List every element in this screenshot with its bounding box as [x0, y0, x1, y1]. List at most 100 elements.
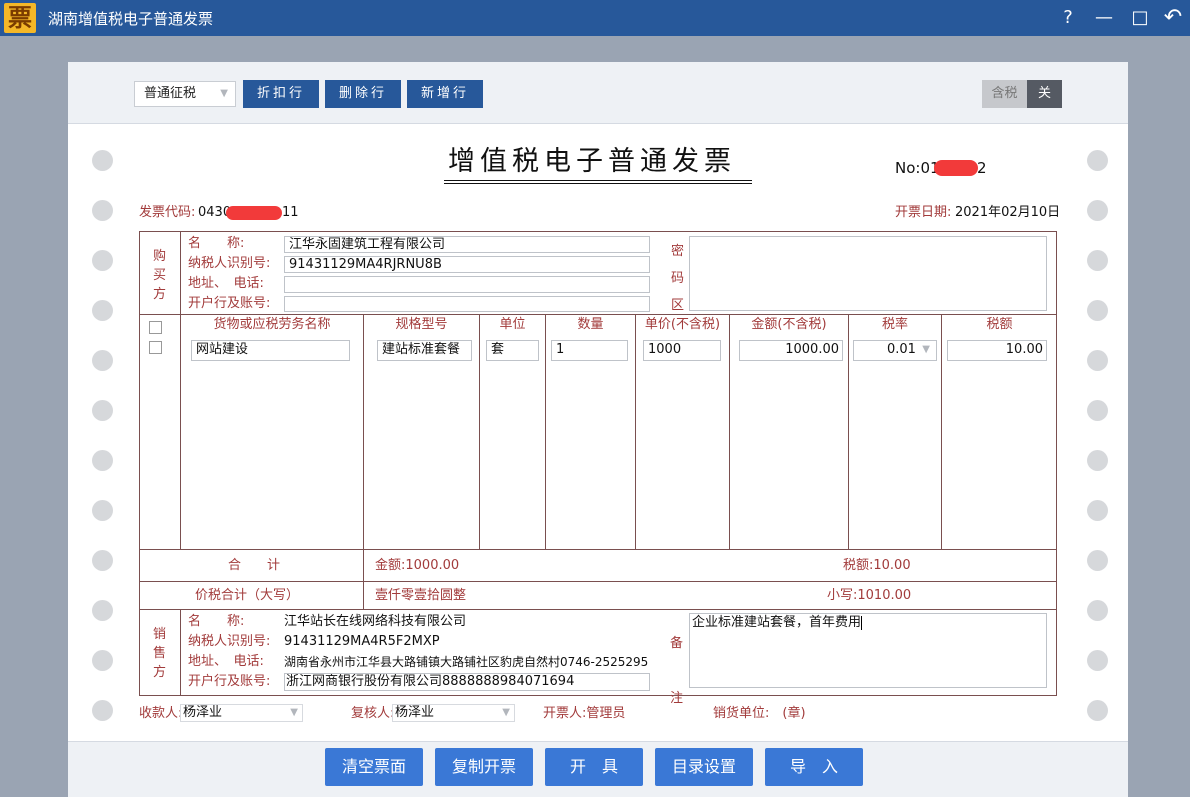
- chevron-down-icon: ▼: [220, 88, 228, 99]
- maximize-icon[interactable]: □: [1127, 4, 1153, 32]
- form-line: [139, 314, 1057, 315]
- select-all-checkbox[interactable]: [149, 321, 162, 334]
- form-line: [729, 315, 730, 549]
- col-header-tax: 税额: [986, 317, 1013, 332]
- seller-unit-label: 销货单位: (章): [713, 706, 806, 721]
- tax-included-label[interactable]: 含税: [982, 80, 1027, 108]
- sprocket-hole: [92, 300, 113, 321]
- import-button[interactable]: 导 入: [765, 748, 863, 786]
- sprocket-hole: [1087, 200, 1108, 221]
- chevron-down-icon: ▼: [922, 344, 930, 355]
- minimize-icon[interactable]: —: [1091, 4, 1117, 32]
- item-rate-select[interactable]: 0.01 ▼: [853, 340, 937, 361]
- col-header-spec: 规格型号: [395, 317, 448, 332]
- add-row-button[interactable]: 新增行: [407, 80, 483, 108]
- form-line: [180, 609, 181, 696]
- invoice-code-label: 发票代码:: [139, 205, 196, 220]
- grand-total-lower: 小写:1010.00: [827, 588, 912, 603]
- sprocket-hole: [92, 700, 113, 721]
- col-header-price: 单价(不含税): [644, 317, 721, 332]
- delete-row-button[interactable]: 删除行: [325, 80, 401, 108]
- sprocket-hole: [92, 350, 113, 371]
- buyer-bank-field[interactable]: [284, 296, 650, 312]
- payee-select[interactable]: 杨泽业 ▼: [180, 704, 303, 722]
- seller-address-label: 地址、 电话:: [188, 654, 264, 669]
- payee-label: 收款人:: [139, 706, 183, 721]
- form-line: [848, 315, 849, 549]
- tax-included-toggle[interactable]: 关: [1027, 80, 1062, 108]
- back-icon[interactable]: ↶: [1160, 4, 1186, 32]
- form-line: [941, 315, 942, 549]
- grand-total-upper: 壹仟零壹拾圆整: [375, 588, 467, 603]
- item-name-field[interactable]: 网站建设: [191, 340, 350, 361]
- item-amount-field[interactable]: 1000.00: [739, 340, 843, 361]
- sprocket-hole: [92, 550, 113, 571]
- copy-invoice-button[interactable]: 复制开票: [435, 748, 533, 786]
- form-line: [139, 581, 1057, 582]
- item-qty-field[interactable]: 1: [551, 340, 628, 361]
- redaction-mark: [934, 160, 978, 176]
- title-underline: [444, 180, 752, 181]
- seller-bank-field[interactable]: 浙江网商银行股份有限公司8888888984071694: [284, 673, 650, 691]
- catalog-settings-button[interactable]: 目录设置: [655, 748, 753, 786]
- sprocket-hole: [92, 600, 113, 621]
- app-logo-icon: 票: [4, 3, 36, 33]
- sprocket-hole: [1087, 400, 1108, 421]
- issue-invoice-button[interactable]: 开 具: [545, 748, 643, 786]
- sprocket-hole: [1087, 350, 1108, 371]
- invoice-date-label: 开票日期:: [895, 205, 952, 220]
- reviewer-label: 复核人:: [351, 706, 395, 721]
- chevron-down-icon: ▼: [290, 707, 298, 718]
- invoice-code-tail: 11: [282, 205, 299, 220]
- item-tax-field[interactable]: 10.00: [947, 340, 1047, 361]
- window-title: 湖南增值税电子普通发票: [48, 10, 214, 28]
- remark-label: 备注: [670, 636, 684, 706]
- sprocket-hole: [1087, 650, 1108, 671]
- item-rate-value: 0.01: [887, 342, 916, 357]
- form-line: [363, 315, 364, 609]
- total-tax: 税额:10.00: [843, 558, 911, 573]
- form-line: [635, 315, 636, 549]
- total-label: 合 计: [228, 558, 281, 573]
- redaction-mark: [226, 206, 282, 220]
- buyer-taxid-label: 纳税人识别号:: [188, 256, 271, 271]
- sprocket-hole: [92, 650, 113, 671]
- sprocket-hole: [92, 200, 113, 221]
- sprocket-hole: [1087, 150, 1108, 171]
- title-underline-2: [444, 183, 752, 184]
- clear-invoice-button[interactable]: 清空票面: [325, 748, 423, 786]
- sprocket-hole: [1087, 300, 1108, 321]
- col-header-qty: 数量: [577, 317, 604, 332]
- col-header-name: 货物或应税劳务名称: [213, 317, 331, 332]
- buyer-bank-label: 开户行及账号:: [188, 296, 271, 311]
- grand-total-label: 价税合计（大写）: [195, 588, 300, 603]
- seller-address-value: 湖南省永州市江华县大路铺镇大路铺社区豹虎自然村0746-2525295: [284, 655, 649, 669]
- invoice-date-value: 2021年02月10日: [955, 205, 1061, 220]
- item-spec-field[interactable]: 建站标准套餐: [377, 340, 472, 361]
- sprocket-hole: [1087, 250, 1108, 271]
- item-unit-field[interactable]: 套: [486, 340, 539, 361]
- form-line: [139, 549, 1057, 550]
- buyer-name-field[interactable]: 江华永固建筑工程有限公司: [284, 236, 650, 253]
- invoice-number-label: No:01: [895, 159, 940, 177]
- form-line: [139, 609, 1057, 610]
- item-price-field[interactable]: 1000: [643, 340, 721, 361]
- sprocket-hole: [92, 150, 113, 171]
- remark-field[interactable]: 企业标准建站套餐，首年费用: [689, 613, 1047, 688]
- discount-row-button[interactable]: 折扣行: [243, 80, 319, 108]
- form-line: [479, 315, 480, 549]
- form-line: [180, 315, 181, 549]
- buyer-taxid-field[interactable]: 91431129MA4RJRNU8B: [284, 256, 650, 273]
- buyer-address-label: 地址、 电话:: [188, 276, 264, 291]
- seller-taxid-value: 91431129MA4R5F2MXP: [284, 634, 440, 649]
- tax-type-select[interactable]: 普通征税 ▼: [134, 81, 236, 107]
- seller-section-label: 销售方: [153, 627, 167, 680]
- row-checkbox[interactable]: [149, 341, 162, 354]
- sprocket-hole: [1087, 600, 1108, 621]
- buyer-address-field[interactable]: [284, 276, 650, 293]
- reviewer-select[interactable]: 杨泽业 ▼: [392, 704, 515, 722]
- sprocket-hole: [92, 400, 113, 421]
- help-icon[interactable]: ?: [1055, 4, 1081, 32]
- sprocket-hole: [92, 450, 113, 471]
- form-line: [545, 315, 546, 549]
